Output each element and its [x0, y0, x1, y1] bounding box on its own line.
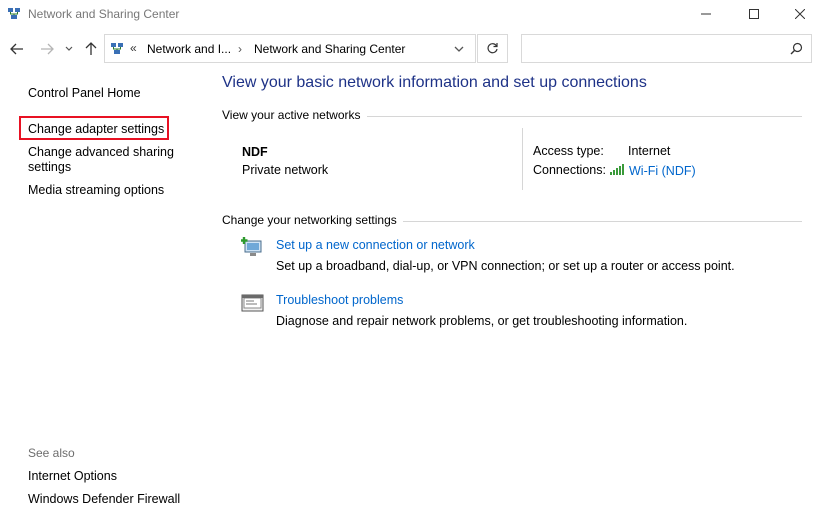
see-also-internet-options[interactable]: Internet Options: [28, 469, 117, 484]
sidebar-item-change-adapter-settings[interactable]: Change adapter settings: [28, 122, 164, 137]
divider: [522, 128, 523, 190]
refresh-icon: [487, 43, 498, 54]
recent-locations-button[interactable]: [62, 40, 76, 58]
network-name: NDF: [242, 145, 268, 159]
breadcrumb-separator[interactable]: ›: [238, 42, 242, 56]
search-icon: [790, 42, 804, 56]
access-type-value: Internet: [628, 144, 671, 158]
close-button[interactable]: [777, 0, 821, 28]
breadcrumb-overflow[interactable]: «: [130, 41, 137, 55]
maximize-button[interactable]: [731, 0, 777, 28]
wifi-connection-label[interactable]: Wi-Fi (NDF): [629, 164, 696, 178]
sidebar-item-media-streaming[interactable]: Media streaming options: [28, 183, 164, 198]
section-heading-active-networks: View your active networks: [222, 108, 367, 122]
navigation-bar: « Network and I... › Network and Sharing…: [0, 34, 821, 64]
network-center-icon: [110, 42, 124, 56]
see-also-label: See also: [28, 446, 75, 460]
troubleshoot-description: Diagnose and repair network problems, or…: [276, 314, 688, 328]
up-button[interactable]: [82, 40, 100, 58]
refresh-button[interactable]: [477, 34, 508, 63]
sidebar-item-advanced-sharing[interactable]: Change advanced sharing settings: [28, 145, 178, 175]
new-connection-icon[interactable]: [240, 236, 265, 258]
see-also-defender-firewall[interactable]: Windows Defender Firewall: [28, 492, 180, 507]
section-heading-networking-settings: Change your networking settings: [222, 213, 403, 227]
breadcrumb-sharing-center[interactable]: Network and Sharing Center: [254, 42, 405, 56]
setup-connection-description: Set up a broadband, dial-up, or VPN conn…: [276, 259, 735, 273]
chevron-down-icon[interactable]: [453, 43, 467, 55]
back-button[interactable]: [8, 40, 26, 58]
wifi-connection-link[interactable]: Wi-Fi (NDF): [610, 163, 696, 178]
network-center-icon: [7, 7, 21, 21]
title-bar: Network and Sharing Center: [0, 0, 821, 28]
access-type-label: Access type:: [533, 144, 604, 158]
forward-button[interactable]: [38, 40, 56, 58]
setup-connection-link[interactable]: Set up a new connection or network: [276, 238, 475, 252]
address-bar[interactable]: « Network and I... › Network and Sharing…: [104, 34, 476, 63]
divider: [366, 116, 802, 117]
breadcrumb-network-internet[interactable]: Network and I...: [147, 42, 231, 56]
page-title: View your basic network information and …: [222, 74, 647, 91]
troubleshoot-link[interactable]: Troubleshoot problems: [276, 293, 403, 307]
troubleshoot-icon[interactable]: [241, 293, 265, 315]
wifi-signal-icon: [610, 163, 625, 178]
minimize-button[interactable]: [683, 0, 729, 28]
search-input[interactable]: [521, 34, 812, 63]
connections-label: Connections:: [533, 163, 606, 177]
sidebar-item-control-panel-home[interactable]: Control Panel Home: [28, 86, 141, 101]
divider: [402, 221, 802, 222]
window-title: Network and Sharing Center: [28, 7, 180, 21]
network-category[interactable]: Private network: [242, 163, 328, 177]
